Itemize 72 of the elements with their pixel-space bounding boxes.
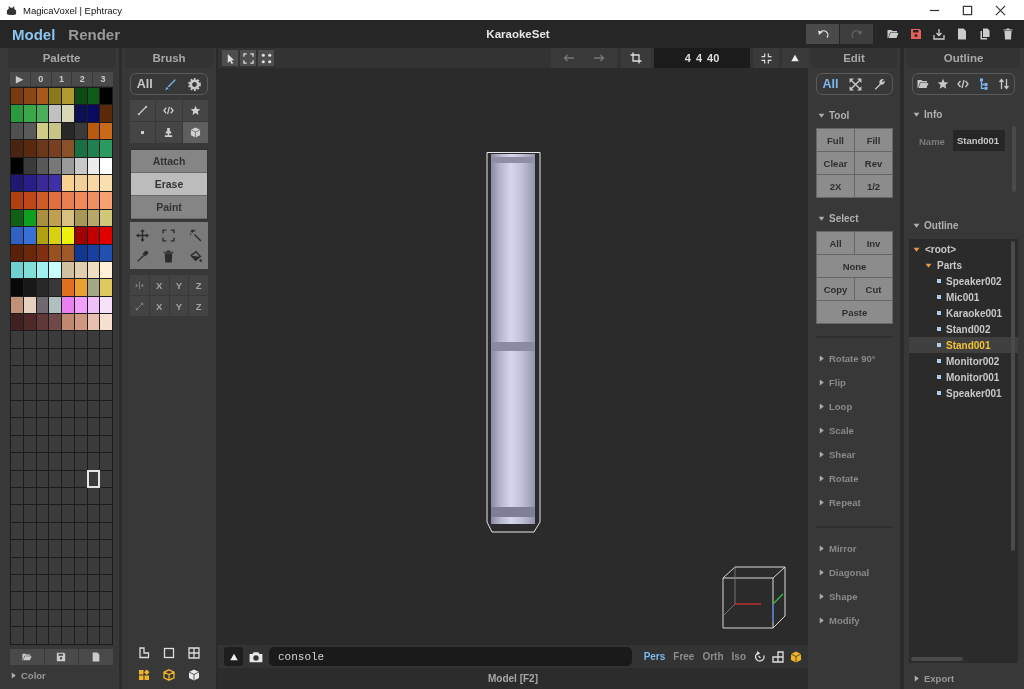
console-field[interactable]: console [269, 647, 632, 666]
filter-tab[interactable]: All [822, 77, 839, 91]
panel-header: Brush [125, 48, 213, 68]
axis-button[interactable]: Y [169, 296, 189, 316]
section-label[interactable]: Select [829, 212, 859, 224]
tool-button[interactable]: Paste [817, 301, 892, 323]
section-label[interactable]: Loop [829, 400, 853, 412]
tool-button[interactable]: Full [817, 129, 854, 151]
tree-item[interactable]: Speaker001 [946, 387, 1006, 399]
camera-mode-tab[interactable]: Orth [702, 651, 724, 662]
tool-button[interactable]: 1/2 [855, 175, 892, 197]
section-label[interactable]: Repeat [829, 496, 861, 508]
panel-header: Edit [811, 48, 897, 68]
window-title: MagicaVoxel | Ephtracy [23, 4, 124, 16]
brush-mode-button[interactable]: Erase [131, 173, 207, 196]
tree-item[interactable]: Parts [937, 259, 966, 271]
axis-button[interactable]: X [149, 275, 169, 295]
field-label: Name [919, 136, 945, 147]
axis-button[interactable]: Z [189, 296, 208, 316]
section-label[interactable]: Scale [829, 424, 854, 436]
tree-item[interactable]: Mic001 [946, 291, 984, 303]
tool-button[interactable]: All [817, 232, 854, 254]
size-field[interactable]: 4 4 40 [654, 48, 750, 68]
section-label[interactable]: Info [924, 108, 943, 120]
tree-item[interactable]: Monitor001 [946, 371, 1004, 383]
camera-mode-tab[interactable]: Pers [643, 651, 666, 662]
palette-page-tab[interactable]: 0 [30, 72, 51, 86]
tree-item[interactable]: Stand002 [946, 323, 995, 335]
tree-item-selected[interactable]: Stand001 [909, 337, 1018, 353]
section-label[interactable]: Export [924, 672, 955, 684]
tool-button[interactable]: Clear [817, 152, 854, 174]
section-label[interactable]: Modify [829, 614, 860, 626]
camera-mode-tab[interactable]: Iso [731, 651, 746, 662]
tool-button[interactable]: None [817, 255, 892, 277]
section-label[interactable]: Rotate [829, 472, 859, 484]
brush-mode-button[interactable]: Attach [131, 150, 207, 173]
section-label[interactable]: Mirror [829, 542, 857, 554]
mode-tab[interactable]: Render [68, 25, 121, 43]
section-label[interactable]: Outline [924, 219, 959, 231]
section-label[interactable]: Diagonal [829, 566, 870, 578]
tree-item[interactable]: <root> [925, 243, 961, 255]
brush-mode-button[interactable]: Paint [131, 196, 207, 219]
document-title: KaraokeSet [486, 28, 550, 40]
palette-page-tab[interactable]: 3 [93, 72, 113, 86]
mode-tab[interactable]: Model [12, 25, 56, 43]
tree-item[interactable]: Speaker002 [946, 275, 1006, 287]
section-label[interactable]: Color [21, 669, 46, 681]
palette-page-tab[interactable]: 1 [51, 72, 72, 86]
name-field[interactable]: Stand001 [952, 130, 1005, 151]
tool-button[interactable]: Copy [817, 278, 854, 300]
section-label[interactable]: Rotate 90° [829, 352, 876, 364]
axis-button[interactable]: X [149, 296, 169, 316]
section-label[interactable]: Shear [829, 448, 856, 460]
tool-button[interactable]: 2X [817, 175, 854, 197]
tool-button[interactable]: Cut [855, 278, 892, 300]
tool-button[interactable]: Inv [855, 232, 892, 254]
section-label[interactable]: Flip [829, 376, 846, 388]
panel-header: Outline [907, 48, 1020, 68]
palette-page-tab[interactable]: ▶ [10, 72, 30, 86]
palette-page-tab[interactable]: 2 [72, 72, 93, 86]
tool-button[interactable]: Fill [855, 129, 892, 151]
panel-header: Palette [8, 48, 115, 68]
section-label[interactable]: Tool [829, 109, 850, 121]
camera-mode-tab[interactable]: Free [673, 651, 695, 662]
tree-item[interactable]: Karaoke001 [946, 307, 1007, 319]
tool-button[interactable]: Rev [855, 152, 892, 174]
axis-button[interactable]: Y [169, 275, 189, 295]
axis-button[interactable]: Z [189, 275, 208, 295]
tree-item[interactable]: Stand001 [946, 339, 995, 351]
tree-item[interactable]: Monitor002 [946, 355, 1004, 367]
section-label[interactable]: Shape [829, 590, 858, 602]
filter-tab[interactable]: All [136, 77, 153, 91]
